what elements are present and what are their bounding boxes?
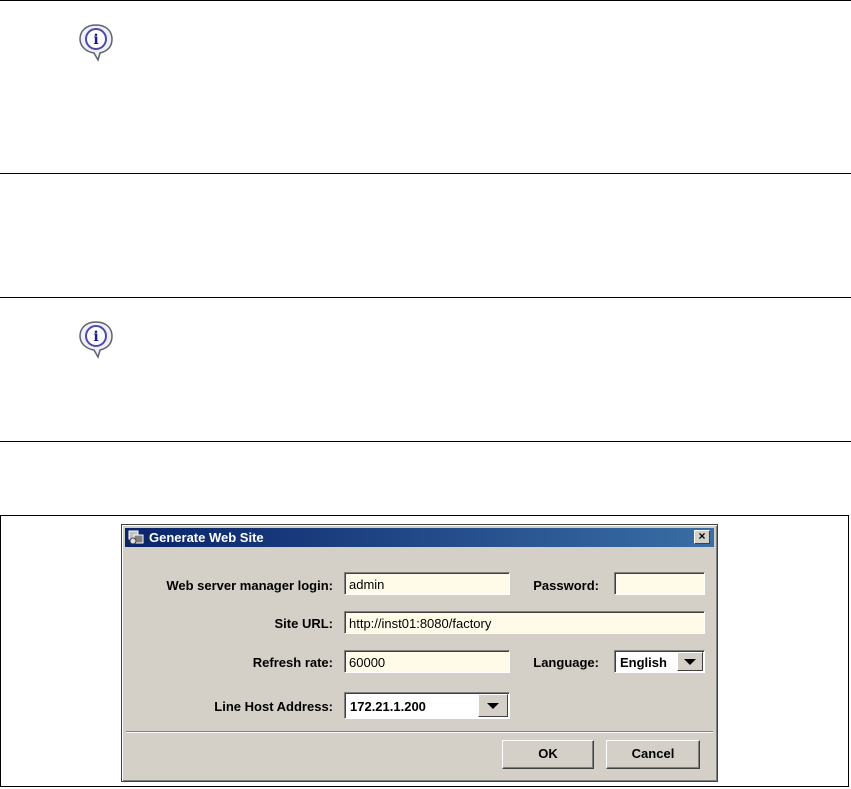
host-address-select[interactable]: 172.21.1.200 — [344, 692, 510, 719]
button-separator — [126, 731, 713, 733]
dialog-titlebar[interactable]: Generate Web Site × — [125, 528, 714, 547]
host-dropdown-button[interactable] — [478, 694, 508, 717]
rule-top — [0, 0, 851, 1]
refresh-rate-field[interactable]: 60000 — [344, 650, 510, 673]
chevron-down-icon — [487, 703, 499, 709]
language-select[interactable]: English — [614, 650, 705, 673]
host-address-label: Line Host Address: — [214, 699, 333, 714]
dialog-title: Generate Web Site — [149, 530, 264, 545]
close-icon: × — [698, 529, 706, 543]
language-dropdown-button[interactable] — [677, 652, 703, 671]
password-label: Password: — [533, 578, 599, 593]
info-icon: i — [76, 319, 116, 359]
svg-text:i: i — [93, 329, 98, 345]
close-button[interactable]: × — [694, 530, 710, 544]
login-field[interactable]: admin — [344, 572, 510, 595]
login-label: Web server manager login: — [166, 578, 333, 593]
rule-2 — [0, 173, 851, 174]
password-field[interactable] — [614, 572, 705, 595]
info-icon: i — [76, 22, 116, 62]
rule-4 — [0, 441, 851, 442]
refresh-rate-label: Refresh rate: — [252, 655, 333, 670]
rule-3 — [0, 297, 851, 298]
ok-button[interactable]: OK — [502, 740, 594, 769]
site-url-field[interactable]: http://inst01:8080/factory — [344, 611, 705, 634]
host-address-value: 172.21.1.200 — [350, 699, 426, 714]
language-label: Language: — [533, 655, 599, 670]
app-icon — [128, 530, 144, 545]
chevron-down-icon — [684, 659, 696, 665]
language-value: English — [620, 655, 667, 670]
generate-web-site-dialog: Generate Web Site × Web server manager l… — [121, 524, 718, 782]
cancel-button[interactable]: Cancel — [606, 740, 700, 769]
svg-text:i: i — [93, 32, 98, 48]
site-url-label: Site URL: — [274, 616, 334, 631]
